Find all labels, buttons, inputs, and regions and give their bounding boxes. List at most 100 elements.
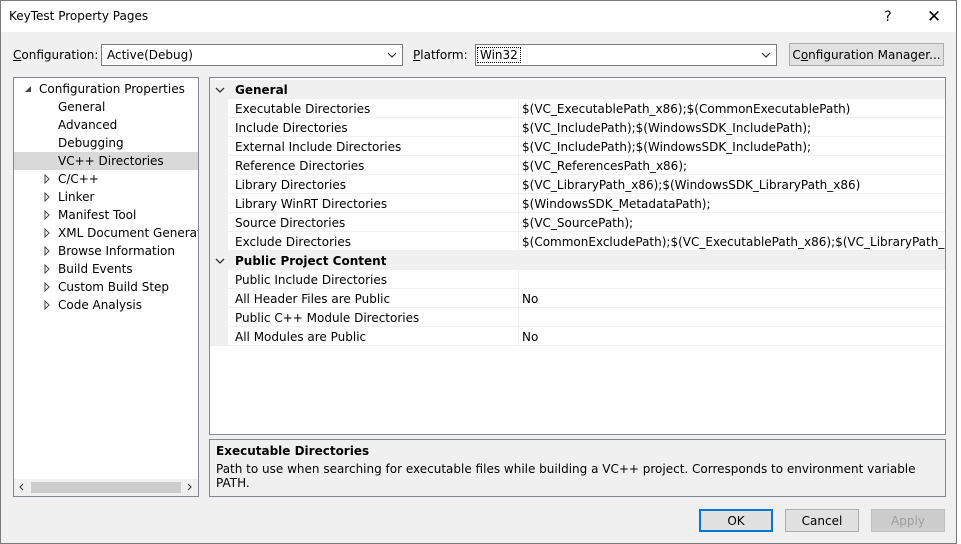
column-divider[interactable]	[518, 232, 519, 251]
property-row[interactable]: Include Directories $(VC_IncludePath);$(W…	[210, 118, 945, 137]
property-name: Exclude Directories	[235, 235, 351, 249]
configuration-manager-button[interactable]: Configuration Manager...	[789, 43, 944, 66]
property-row[interactable]: Library Directories $(VC_LibraryPath_x86)…	[210, 175, 945, 194]
collapse-triangle-icon[interactable]	[23, 84, 33, 94]
expand-triangle-icon[interactable]	[42, 192, 52, 202]
property-name: All Header Files are Public	[235, 292, 391, 306]
row-gutter	[210, 175, 228, 194]
property-tree: Configuration Properties General Advanced…	[13, 77, 199, 497]
property-row[interactable]: Reference Directories $(VC_ReferencesPath…	[210, 156, 945, 175]
property-pages-window: KeyTest Property Pages ? ✕ Configuration…	[0, 0, 957, 544]
platform-combobox[interactable]: Win32	[475, 44, 777, 66]
expand-triangle-icon[interactable]	[42, 174, 52, 184]
property-value[interactable]: $(VC_ReferencesPath_x86);	[522, 159, 687, 173]
tree-item-label: C/C++	[58, 172, 99, 186]
property-value[interactable]: $(VC_IncludePath);$(WindowsSDK_IncludePa…	[522, 140, 811, 154]
close-button[interactable]: ✕	[911, 1, 957, 32]
column-divider[interactable]	[518, 156, 519, 175]
tree-item[interactable]: Custom Build Step	[14, 278, 198, 296]
window-title: KeyTest Property Pages	[9, 9, 149, 23]
tree-item[interactable]: Linker	[14, 188, 198, 206]
property-row[interactable]: Source Directories $(VC_SourcePath);	[210, 213, 945, 232]
ok-button[interactable]: OK	[699, 509, 773, 532]
row-gutter	[210, 118, 228, 137]
property-name: Reference Directories	[235, 159, 365, 173]
expand-triangle-icon[interactable]	[42, 300, 52, 310]
tree-item[interactable]: Debugging	[14, 134, 198, 152]
property-value[interactable]: $(VC_IncludePath);$(WindowsSDK_IncludePa…	[522, 121, 811, 135]
property-value[interactable]: $(VC_ExecutablePath_x86);$(CommonExecuta…	[522, 102, 850, 116]
tree-item[interactable]: Build Events	[14, 260, 198, 278]
tree-item[interactable]: Manifest Tool	[14, 206, 198, 224]
column-divider[interactable]	[518, 270, 519, 289]
tree-item[interactable]: Code Analysis	[14, 296, 198, 314]
column-divider[interactable]	[518, 327, 519, 346]
column-divider[interactable]	[518, 213, 519, 232]
column-divider[interactable]	[518, 289, 519, 308]
property-row[interactable]: Public C++ Module Directories	[210, 308, 945, 327]
column-divider[interactable]	[518, 308, 519, 327]
tree-item[interactable]: VC++ Directories	[14, 152, 198, 170]
property-value[interactable]: No	[522, 330, 538, 344]
collapse-chevron-icon[interactable]	[215, 256, 225, 266]
tree-item[interactable]: XML Document Generator	[14, 224, 198, 242]
tree-item-label: Custom Build Step	[58, 280, 170, 294]
column-divider[interactable]	[518, 118, 519, 137]
property-value[interactable]: $(VC_SourcePath);	[522, 216, 633, 230]
scroll-left-icon[interactable]	[17, 482, 27, 492]
expand-triangle-icon[interactable]	[42, 282, 52, 292]
property-value[interactable]: No	[522, 292, 538, 306]
apply-button[interactable]: Apply	[871, 509, 945, 532]
tree-item[interactable]: Advanced	[14, 116, 198, 134]
tree-item[interactable]: Browse Information	[14, 242, 198, 260]
column-divider[interactable]	[518, 137, 519, 156]
column-divider[interactable]	[518, 99, 519, 118]
expand-triangle-icon[interactable]	[42, 228, 52, 238]
description-panel: Executable Directories Path to use when …	[209, 439, 946, 497]
tree-item-label: Manifest Tool	[58, 208, 137, 222]
expand-triangle-icon[interactable]	[42, 210, 52, 220]
column-divider[interactable]	[518, 194, 519, 213]
tree-item-configuration-properties[interactable]: Configuration Properties	[14, 80, 198, 98]
collapse-chevron-icon[interactable]	[215, 85, 225, 95]
property-row[interactable]: Public Include Directories	[210, 270, 945, 289]
property-row[interactable]: Exclude Directories $(CommonExcludePath);…	[210, 232, 945, 251]
property-value[interactable]: $(CommonExcludePath);$(VC_ExecutablePath…	[522, 235, 945, 249]
tree-item-label: Code Analysis	[58, 298, 142, 312]
scrollbar-thumb[interactable]	[31, 482, 181, 493]
property-row[interactable]: External Include Directories $(VC_Include…	[210, 137, 945, 156]
property-name: Include Directories	[235, 121, 348, 135]
property-row[interactable]: Library WinRT Directories $(WindowsSDK_Me…	[210, 194, 945, 213]
category-row[interactable]: General	[210, 80, 945, 99]
chevron-down-icon	[387, 52, 397, 58]
tree-item-label: Build Events	[58, 262, 133, 276]
property-value[interactable]: $(VC_LibraryPath_x86);$(WindowsSDK_Libra…	[522, 178, 860, 192]
scroll-right-icon[interactable]	[184, 482, 194, 492]
row-gutter	[210, 156, 228, 175]
cancel-button[interactable]: Cancel	[785, 509, 859, 532]
row-gutter	[210, 289, 228, 308]
tree-item[interactable]: General	[14, 98, 198, 116]
expand-triangle-icon[interactable]	[42, 246, 52, 256]
tree-item-label: Browse Information	[58, 244, 175, 258]
description-title: Executable Directories	[216, 444, 370, 458]
property-row[interactable]: All Modules are Public No	[210, 327, 945, 346]
column-divider[interactable]	[518, 175, 519, 194]
property-name: Library Directories	[235, 178, 346, 192]
category-row[interactable]: Public Project Content	[210, 251, 945, 270]
property-name: Public C++ Module Directories	[235, 311, 420, 325]
expand-triangle-icon[interactable]	[42, 264, 52, 274]
property-row[interactable]: Executable Directories $(VC_ExecutablePat…	[210, 99, 945, 118]
row-gutter	[210, 270, 228, 289]
property-value[interactable]: $(WindowsSDK_MetadataPath);	[522, 197, 711, 211]
property-name: External Include Directories	[235, 140, 402, 154]
configuration-combobox[interactable]: Active(Debug)	[101, 44, 403, 66]
description-text: Path to use when searching for executabl…	[216, 462, 916, 490]
tree-horizontal-scrollbar[interactable]	[14, 479, 198, 496]
tree-item[interactable]: C/C++	[14, 170, 198, 188]
help-button[interactable]: ?	[865, 1, 911, 32]
property-row[interactable]: All Header Files are Public No	[210, 289, 945, 308]
row-gutter	[210, 232, 228, 251]
platform-label: Platform:	[413, 48, 468, 62]
tree-item-label: Linker	[58, 190, 95, 204]
